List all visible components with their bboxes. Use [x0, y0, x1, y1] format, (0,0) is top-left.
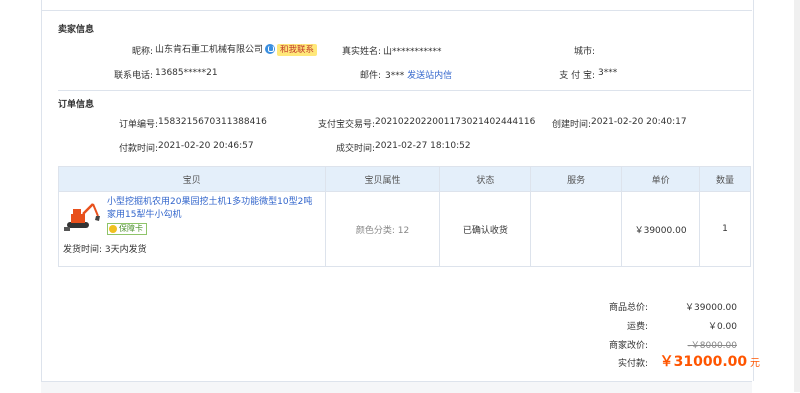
page-scrollbar[interactable] — [794, 0, 800, 392]
email-label: 邮件: — [359, 71, 381, 81]
seller-nickname: 山东肯石重工机械有限公司 — [155, 45, 264, 55]
col-header-price: 单价 — [621, 166, 701, 192]
yuan-unit: 元 — [750, 358, 760, 369]
goods-total: ￥39000.00 — [685, 303, 737, 313]
guarantee-label: 保障卡 — [119, 224, 143, 233]
actual-paid-row: ￥31000.00 元 — [660, 351, 760, 371]
col-header-status: 状态 — [439, 166, 532, 192]
order-no: 1583215670311388416 — [158, 117, 267, 127]
col-header-item: 宝贝 — [58, 166, 326, 192]
order-no-label: 订单编号: — [118, 120, 158, 130]
send-message-link[interactable]: 发送站内信 — [407, 71, 452, 81]
order-info-title: 订单信息 — [58, 100, 95, 110]
item-price: ￥39000.00 — [621, 191, 701, 267]
item-cell: 小型挖掘机农用20果园挖土机1多功能微型10型2吨家用15犁牛小勾机 保障卡 发… — [58, 191, 326, 267]
section-divider — [58, 90, 751, 91]
top-divider — [41, 10, 752, 11]
seller-phone: 13685*****21 — [155, 68, 218, 78]
alipay-trade-no: 2021022022001173021402444116 — [375, 117, 536, 127]
done-time-label: 成交时间: — [335, 144, 375, 154]
paid-time: 2021-02-20 20:46:57 — [158, 141, 254, 151]
item-status: 已确认收货 — [439, 191, 532, 267]
table-row: 小型挖掘机农用20果园挖土机1多功能微型10型2吨家用15犁牛小勾机 保障卡 发… — [58, 191, 751, 267]
alipay-no-label: 支付宝交易号: — [317, 120, 375, 130]
contact-seller-button[interactable]: 和我联系 — [277, 44, 318, 56]
nickname-row: 山东肯石重工机械有限公司 和我联系 — [155, 42, 318, 56]
bottom-panel-edge — [41, 381, 752, 393]
col-header-service: 服务 — [530, 166, 623, 192]
excavator-thumbnail[interactable] — [63, 196, 103, 236]
alipay-label: 支 付 宝: — [559, 71, 595, 81]
city-label: 城市: — [573, 47, 595, 57]
email-row: 3*** 发送站内信 — [385, 68, 452, 81]
nickname-label: 昵称: — [131, 47, 153, 57]
freight: ￥0.00 — [707, 322, 737, 332]
price-adjust-label: 商家改价: — [608, 341, 648, 351]
goods-total-label: 商品总价: — [608, 303, 648, 313]
item-service — [530, 191, 623, 267]
actual-paid-label: 实付款: — [617, 359, 648, 369]
done-time: 2021-02-27 18:10:52 — [375, 141, 471, 151]
table-header-row: 宝贝 宝贝属性 状态 服务 单价 数量 — [58, 166, 751, 192]
freight-label: 运费: — [626, 322, 648, 332]
guarantee-icon — [109, 225, 117, 233]
seller-realname: 山*********** — [383, 47, 442, 57]
wangwang-online-icon[interactable] — [265, 44, 276, 54]
realname-label: 真实姓名: — [341, 47, 381, 57]
ship-time: 发货时间: 3天内发货 — [63, 242, 321, 255]
col-header-qty: 数量 — [699, 166, 751, 192]
price-adjust: -￥8000.00 — [687, 341, 737, 351]
paid-time-label: 付款时间: — [118, 144, 158, 154]
phone-label: 联系电话: — [113, 71, 153, 81]
guarantee-badge[interactable]: 保障卡 — [107, 223, 147, 235]
ship-time-label: 发货时间: — [63, 245, 103, 255]
ship-time-value: 3天内发货 — [104, 245, 147, 255]
seller-alipay: 3*** — [598, 68, 618, 78]
seller-info-title: 卖家信息 — [58, 25, 95, 35]
col-header-attr: 宝贝属性 — [324, 166, 441, 192]
actual-paid: ￥31000.00 — [659, 354, 748, 370]
goods-table: 宝贝 宝贝属性 状态 服务 单价 数量 小型挖掘机农用20果园挖土机1多功能微型… — [58, 166, 751, 267]
created-time: 2021-02-20 20:40:17 — [591, 117, 687, 127]
created-label: 创建时间: — [551, 120, 591, 130]
item-qty: 1 — [699, 191, 751, 267]
item-attr: 颜色分类: 12 — [324, 191, 441, 267]
item-title-link[interactable]: 小型挖掘机农用20果园挖土机1多功能微型10型2吨家用15犁牛小勾机 — [107, 196, 321, 222]
seller-email: 3*** — [385, 71, 405, 81]
